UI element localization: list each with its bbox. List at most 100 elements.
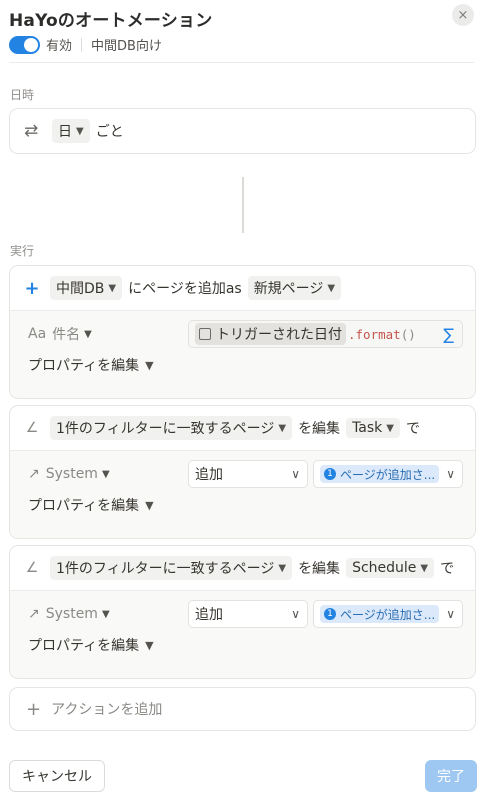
done-button[interactable]: 完了 <box>425 760 477 792</box>
frequency-dropdown[interactable]: 日 ▼ <box>52 119 90 143</box>
action-text: を編集 <box>298 421 341 437</box>
chevron-down-icon: ▼ <box>278 562 287 574</box>
property-name[interactable]: Aa 件名 ▼ <box>28 324 188 344</box>
action-text: を編集 <box>298 561 341 577</box>
property-label: System <box>45 606 98 622</box>
pill-number: 1 <box>324 608 336 620</box>
property-row: ↗ System ▼ 追加 ∨ 1 ページが追加さ... ∨ <box>28 460 463 488</box>
token-label: トリガーされた日付 <box>216 327 342 343</box>
action-body: ↗ System ▼ 追加 ∨ 1 ページが追加さ... ∨ プロパティを編集 … <box>10 450 475 538</box>
page-type-value: 新規ページ <box>253 281 324 297</box>
page-pill: 1 ページが追加さ... <box>320 465 440 483</box>
pill-label: ページが追加さ... <box>340 467 436 482</box>
chevron-down-icon: ▼ <box>84 328 92 340</box>
relation-arrow-icon: ↗ <box>28 466 40 482</box>
chevron-down-icon: ▼ <box>76 125 84 137</box>
operation-select[interactable]: 追加 ∨ <box>188 600 308 628</box>
property-name[interactable]: ↗ System ▼ <box>28 606 188 622</box>
cancel-button[interactable]: キャンセル <box>9 760 105 792</box>
target-value: Task <box>352 420 383 436</box>
chevron-down-icon: ∨ <box>446 467 455 481</box>
action-header: + 中間DB ▼ にページを追加as 新規ページ ▼ <box>10 266 475 310</box>
formula-function: .format() <box>348 326 416 342</box>
value-select[interactable]: 1 ページが追加さ... ∨ <box>313 460 463 488</box>
edit-properties-label: プロパティを編集 <box>28 638 140 654</box>
relation-arrow-icon: ↗ <box>28 606 40 622</box>
chevron-down-icon: ▼ <box>278 422 287 434</box>
chevron-down-icon: ▼ <box>420 562 429 574</box>
chevron-down-icon: ▼ <box>145 358 154 372</box>
target-value: Schedule <box>352 560 417 576</box>
action-suffix: で <box>440 561 455 577</box>
text-property-icon: Aa <box>28 326 47 342</box>
header-divider <box>9 62 474 63</box>
action-add-page-card: + 中間DB ▼ にページを追加as 新規ページ ▼ Aa 件名 ▼ トリガーさ… <box>9 265 476 399</box>
chevron-down-icon: ▼ <box>145 498 154 512</box>
database-value: 中間DB <box>56 281 105 297</box>
automation-header: HaYoのオートメーション × 有効 中間DB向け <box>9 4 474 64</box>
close-button[interactable]: × <box>452 4 474 26</box>
property-label: System <box>45 466 98 482</box>
target-dropdown[interactable]: Task ▼ <box>346 418 400 438</box>
chevron-down-icon: ∨ <box>446 607 455 621</box>
action-body: ↗ System ▼ 追加 ∨ 1 ページが追加さ... ∨ プロパティを編集 … <box>10 590 475 678</box>
edit-properties-button[interactable]: プロパティを編集 ▼ <box>28 635 154 655</box>
edit-icon: ∠ <box>25 420 39 436</box>
close-icon: × <box>457 7 469 23</box>
chevron-down-icon: ▼ <box>386 422 394 434</box>
action-body: Aa 件名 ▼ トリガーされた日付 .format() ∑ プロパティを編集 ▼ <box>10 310 475 398</box>
formula-sigma-icon[interactable]: ∑ <box>443 325 454 344</box>
filter-value: 1件のフィルターに一致するページ <box>56 421 275 437</box>
filter-value: 1件のフィルターに一致するページ <box>56 561 275 577</box>
frequency-value: 日 <box>58 124 72 140</box>
add-action-button[interactable]: + アクションを追加 <box>9 687 476 731</box>
filter-dropdown[interactable]: 1件のフィルターに一致するページ ▼ <box>50 416 293 440</box>
property-label: 件名 <box>52 327 81 343</box>
status-label: 有効 <box>46 39 73 54</box>
edit-properties-button[interactable]: プロパティを編集 ▼ <box>28 495 154 515</box>
database-label[interactable]: 中間DB向け <box>91 35 162 54</box>
operation-value: 追加 <box>195 607 223 623</box>
chevron-down-icon: ▼ <box>101 468 110 480</box>
chevron-down-icon: ∨ <box>291 607 300 621</box>
property-row: ↗ System ▼ 追加 ∨ 1 ページが追加さ... ∨ <box>28 600 463 628</box>
chevron-down-icon: ▼ <box>145 638 154 652</box>
calendar-icon <box>199 328 211 340</box>
edit-properties-label: プロパティを編集 <box>28 358 140 374</box>
enabled-toggle[interactable] <box>9 35 40 54</box>
pill-label: ページが追加さ... <box>340 607 436 622</box>
database-dropdown[interactable]: 中間DB ▼ <box>50 276 123 300</box>
filter-dropdown[interactable]: 1件のフィルターに一致するページ ▼ <box>50 556 293 580</box>
action-header: ∠ 1件のフィルターに一致するページ ▼ を編集 Schedule ▼ で <box>10 546 475 590</box>
target-dropdown[interactable]: Schedule ▼ <box>346 558 435 578</box>
actions-section-label: 実行 <box>10 244 35 258</box>
flow-connector <box>242 177 244 233</box>
chevron-down-icon: ▼ <box>101 608 110 620</box>
chevron-down-icon: ▼ <box>327 282 336 294</box>
value-select[interactable]: 1 ページが追加さ... ∨ <box>313 600 463 628</box>
frequency-suffix: ごと <box>95 124 124 140</box>
edit-properties-button[interactable]: プロパティを編集 ▼ <box>28 355 154 375</box>
action-header: ∠ 1件のフィルターに一致するページ ▼ を編集 Task ▼ で <box>10 406 475 450</box>
plus-icon: + <box>24 277 40 299</box>
operation-value: 追加 <box>195 467 223 483</box>
trigger-card[interactable]: ⇄ 日 ▼ ごと <box>9 108 476 154</box>
pill-number: 1 <box>324 468 336 480</box>
property-name[interactable]: ↗ System ▼ <box>28 466 188 482</box>
repeat-icon: ⇄ <box>24 121 39 141</box>
page-pill: 1 ページが追加さ... <box>320 605 440 623</box>
formula-input[interactable]: トリガーされた日付 .format() ∑ <box>188 320 463 348</box>
page-type-dropdown[interactable]: 新規ページ ▼ <box>247 276 342 300</box>
property-row: Aa 件名 ▼ トリガーされた日付 .format() ∑ <box>28 320 463 348</box>
trigger-section-label: 日時 <box>10 88 35 102</box>
action-edit-schedule-card: ∠ 1件のフィルターに一致するページ ▼ を編集 Schedule ▼ で ↗ … <box>9 545 476 679</box>
action-suffix: で <box>405 421 420 437</box>
edit-icon: ∠ <box>25 560 39 576</box>
trigger-date-token[interactable]: トリガーされた日付 <box>195 323 346 345</box>
status-divider <box>81 37 83 52</box>
add-action-label: アクションを追加 <box>51 702 163 718</box>
operation-select[interactable]: 追加 ∨ <box>188 460 308 488</box>
chevron-down-icon: ▼ <box>108 282 117 294</box>
action-text: にページを追加as <box>128 281 242 297</box>
chevron-down-icon: ∨ <box>291 467 300 481</box>
